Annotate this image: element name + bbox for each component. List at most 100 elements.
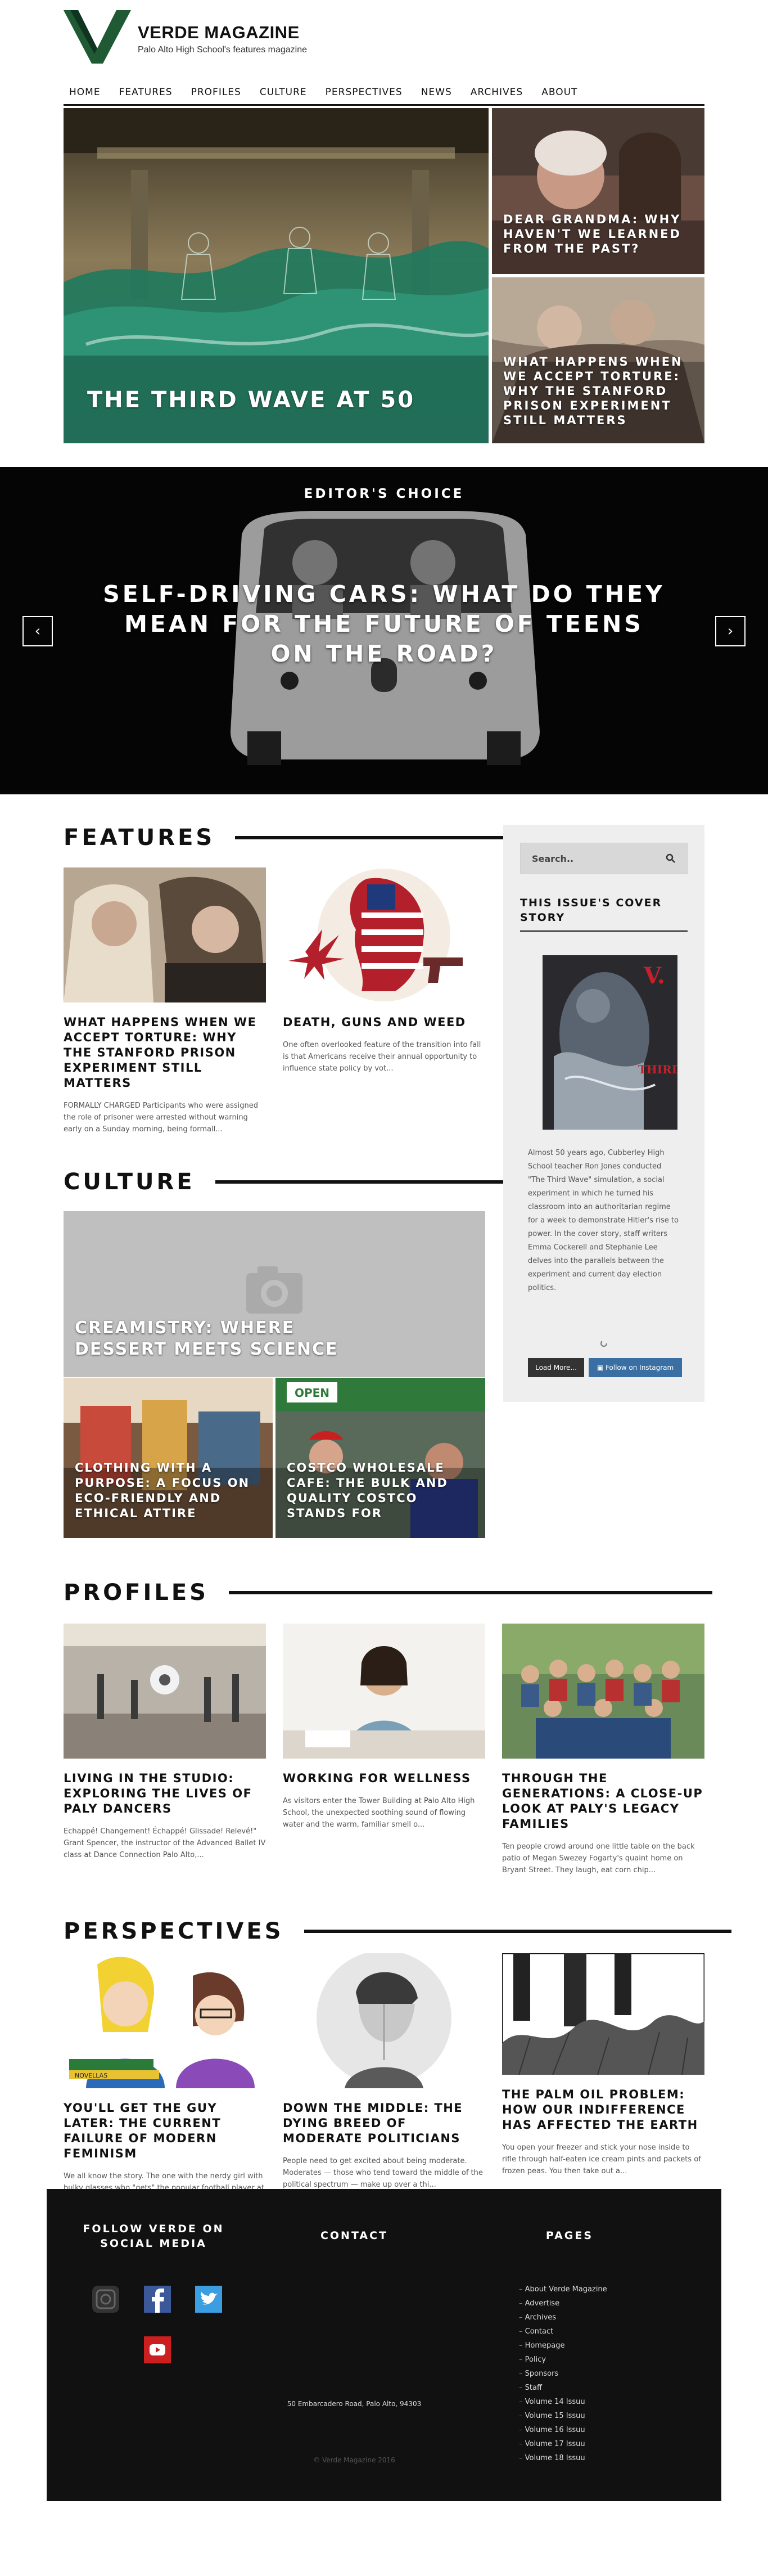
features-card-excerpt: FORMALLY CHARGED Participants who were a… [64,1102,259,1134]
verde-logo[interactable] [64,10,131,64]
hero-main-story[interactable]: THE THIRD WAVE AT 50 [64,108,489,443]
perspectives-card-title[interactable]: DOWN THE MIDDLE: THE DYING BREED OF MODE… [283,2101,485,2146]
culture-tile-title[interactable]: CLOTHING WITH A PURPOSE: A FOCUS ON ECO-… [75,1460,266,1521]
brand-tagline: Palo Alto High School's features magazin… [138,45,308,55]
search-icon[interactable] [666,853,676,864]
features-card-title[interactable]: WHAT HAPPENS WHEN WE ACCEPT TORTURE: WHY… [64,1015,266,1091]
sidebar-rule [520,930,688,932]
perspectives-card-2[interactable]: DOWN THE MIDDLE: THE DYING BREED OF MODE… [283,1953,485,2191]
site-footer: FOLLOW VERDE ON SOCIAL MEDIA CONTACT PAG… [47,2189,721,2501]
hero-side-story-2[interactable]: WHAT HAPPENS WHEN WE ACCEPT TORTURE: WHY… [492,277,704,443]
hero-side-title-2[interactable]: WHAT HAPPENS WHEN WE ACCEPT TORTURE: WHY… [503,354,683,428]
culture-main-title[interactable]: CREAMISTRY: WHERE DESSERT MEETS SCIENCE [75,1318,390,1360]
footer-page-link[interactable]: Archives [519,2310,607,2325]
brand-name[interactable]: VERDE MAGAZINE [138,23,307,43]
editors-choice-title[interactable]: SELF-DRIVING CARS: WHAT DO THEY MEAN FOR… [103,579,665,669]
footer-page-link[interactable]: About Verde Magazine [519,2282,607,2296]
footer-page-link[interactable]: Volume 15 Issuu [519,2409,607,2423]
profiles-card-image[interactable] [283,1624,485,1759]
culture-heading[interactable]: CULTURE [64,1169,195,1195]
profiles-heading[interactable]: PROFILES [64,1580,209,1606]
features-section-header: FEATURES [64,825,512,851]
culture-tile-2[interactable]: OPEN COSTCO WHOLESALE CAFE: THE BULK AND… [275,1378,485,1538]
profiles-card-title[interactable]: LIVING IN THE STUDIO: EXPLORING THE LIVE… [64,1771,266,1817]
footer-page-link[interactable]: Advertise [519,2296,607,2310]
perspectives-card-image[interactable] [502,1953,704,2075]
twitter-icon[interactable] [194,2285,223,2314]
profiles-section-header: PROFILES [64,1580,712,1606]
perspectives-card-title[interactable]: YOU'LL GET THE GUY LATER: THE CURRENT FA… [64,2101,266,2161]
sidebar: Search.. THIS ISSUE'S COVER STORY V. THI… [503,825,704,1402]
features-card-image[interactable] [64,867,266,1002]
instagram-icon[interactable] [91,2285,120,2314]
profiles-card-image[interactable] [502,1624,704,1759]
chevron-right-icon[interactable]: › [715,616,746,646]
nav-home[interactable]: HOME [69,87,101,98]
cover-title: THIRD WAVE [638,1063,677,1076]
hero-main-title[interactable]: THE THIRD WAVE AT 50 [87,385,436,415]
perspectives-card-image[interactable]: NOVELLAS [64,1953,266,2088]
footer-pages-list: About Verde Magazine Advertise Archives … [519,2282,607,2465]
section-rule [235,836,512,839]
footer-pages-heading: PAGES [545,2229,594,2242]
perspectives-card-image[interactable] [283,1953,485,2088]
editors-choice-slider: EDITOR'S CHOICE SELF-DRIVING CARS: WHAT … [0,467,768,794]
footer-page-link[interactable]: Volume 14 Issuu [519,2395,607,2409]
profiles-card-3[interactable]: THROUGH THE GENERATIONS: A CLOSE-UP LOOK… [502,1624,704,1876]
features-card-2[interactable]: DEATH, GUNS AND WEED One often overlooke… [283,867,485,1075]
footer-page-link[interactable]: Volume 17 Issuu [519,2437,607,2451]
profiles-card-title[interactable]: WORKING FOR WELLNESS [283,1771,485,1786]
nav-culture[interactable]: CULTURE [260,87,307,98]
profiles-card-image[interactable] [64,1624,266,1759]
features-heading[interactable]: FEATURES [64,825,215,851]
footer-page-link[interactable]: Volume 16 Issuu [519,2423,607,2437]
footer-page-link[interactable]: Staff [519,2381,607,2395]
nav-news[interactable]: NEWS [421,87,452,98]
perspectives-card-3[interactable]: THE PALM OIL PROBLEM: HOW OUR INDIFFEREN… [502,1953,704,2177]
profiles-card-excerpt: As visitors enter the Tower Building at … [283,1797,475,1829]
perspectives-card-title[interactable]: THE PALM OIL PROBLEM: HOW OUR INDIFFEREN… [502,2087,704,2133]
features-card-1[interactable]: WHAT HAPPENS WHEN WE ACCEPT TORTURE: WHY… [64,867,266,1135]
nav-perspectives[interactable]: PERSPECTIVES [326,87,403,98]
features-card-image[interactable] [283,867,485,1002]
footer-page-link[interactable]: Contact [519,2325,607,2339]
features-card-title[interactable]: DEATH, GUNS AND WEED [283,1015,485,1030]
culture-main-story[interactable]: CREAMISTRY: WHERE DESSERT MEETS SCIENCE [64,1211,485,1377]
youtube-icon[interactable] [143,2335,172,2364]
hero-side-story-1[interactable]: DEAR GRANDMA: WHY HAVEN'T WE LEARNED FRO… [492,108,704,274]
editors-choice-label: EDITOR'S CHOICE [304,487,464,501]
nav-profiles[interactable]: PROFILES [191,87,241,98]
footer-page-link[interactable]: Volume 18 Issuu [519,2451,607,2465]
main-content: FEATURES WHAT HAPPENS WHEN WE ACCEPT TOR… [64,825,731,2204]
brand: VERDE MAGAZINE Palo Alto High School's f… [138,23,307,55]
nav-features[interactable]: FEATURES [119,87,173,98]
perspectives-card-excerpt: People need to get excited about being m… [283,2157,483,2189]
footer-page-link[interactable]: Sponsors [519,2367,607,2381]
perspectives-heading[interactable]: PERSPECTIVES [64,1918,284,1944]
footer-page-link[interactable]: Policy [519,2353,607,2367]
search-placeholder: Search.. [532,853,574,864]
cover-image[interactable]: V. THIRD WAVE [543,955,677,1130]
nav-about[interactable]: ABOUT [541,87,577,98]
footer-page-link[interactable]: Homepage [519,2339,607,2353]
nav-archives[interactable]: ARCHIVES [471,87,523,98]
cover-story-heading: THIS ISSUE'S COVER STORY [520,897,662,924]
culture-tile-title[interactable]: COSTCO WHOLESALE CAFE: THE BULK AND QUAL… [287,1460,455,1521]
footer-copyright: © Verde Magazine 2016 [313,2456,395,2464]
perspectives-card-1[interactable]: NOVELLAS YOU'LL GET THE GUY LATER: THE C… [64,1953,266,2206]
culture-tile-1[interactable]: CLOTHING WITH A PURPOSE: A FOCUS ON ECO-… [64,1378,273,1538]
cover-logo: V. [643,963,665,989]
chevron-left-icon[interactable]: ‹ [22,616,53,646]
search-input[interactable]: Search.. [520,843,688,874]
profiles-card-excerpt: Echappé! Changement! Échappé! Glissade! … [64,1827,266,1859]
facebook-icon[interactable] [143,2285,172,2314]
footer-social-heading: FOLLOW VERDE ON SOCIAL MEDIA [83,2223,224,2250]
profiles-card-title[interactable]: THROUGH THE GENERATIONS: A CLOSE-UP LOOK… [502,1771,704,1832]
hero-side-title-1[interactable]: DEAR GRANDMA: WHY HAVEN'T WE LEARNED FRO… [503,212,683,256]
profiles-card-2[interactable]: WORKING FOR WELLNESS As visitors enter t… [283,1624,485,1831]
footer-contact-heading: CONTACT [320,2229,388,2242]
section-rule [215,1180,525,1184]
load-more-button[interactable]: Load More... [528,1358,584,1377]
profiles-card-1[interactable]: LIVING IN THE STUDIO: EXPLORING THE LIVE… [64,1624,266,1861]
follow-instagram-button[interactable]: ▣ Follow on Instagram [589,1358,682,1377]
